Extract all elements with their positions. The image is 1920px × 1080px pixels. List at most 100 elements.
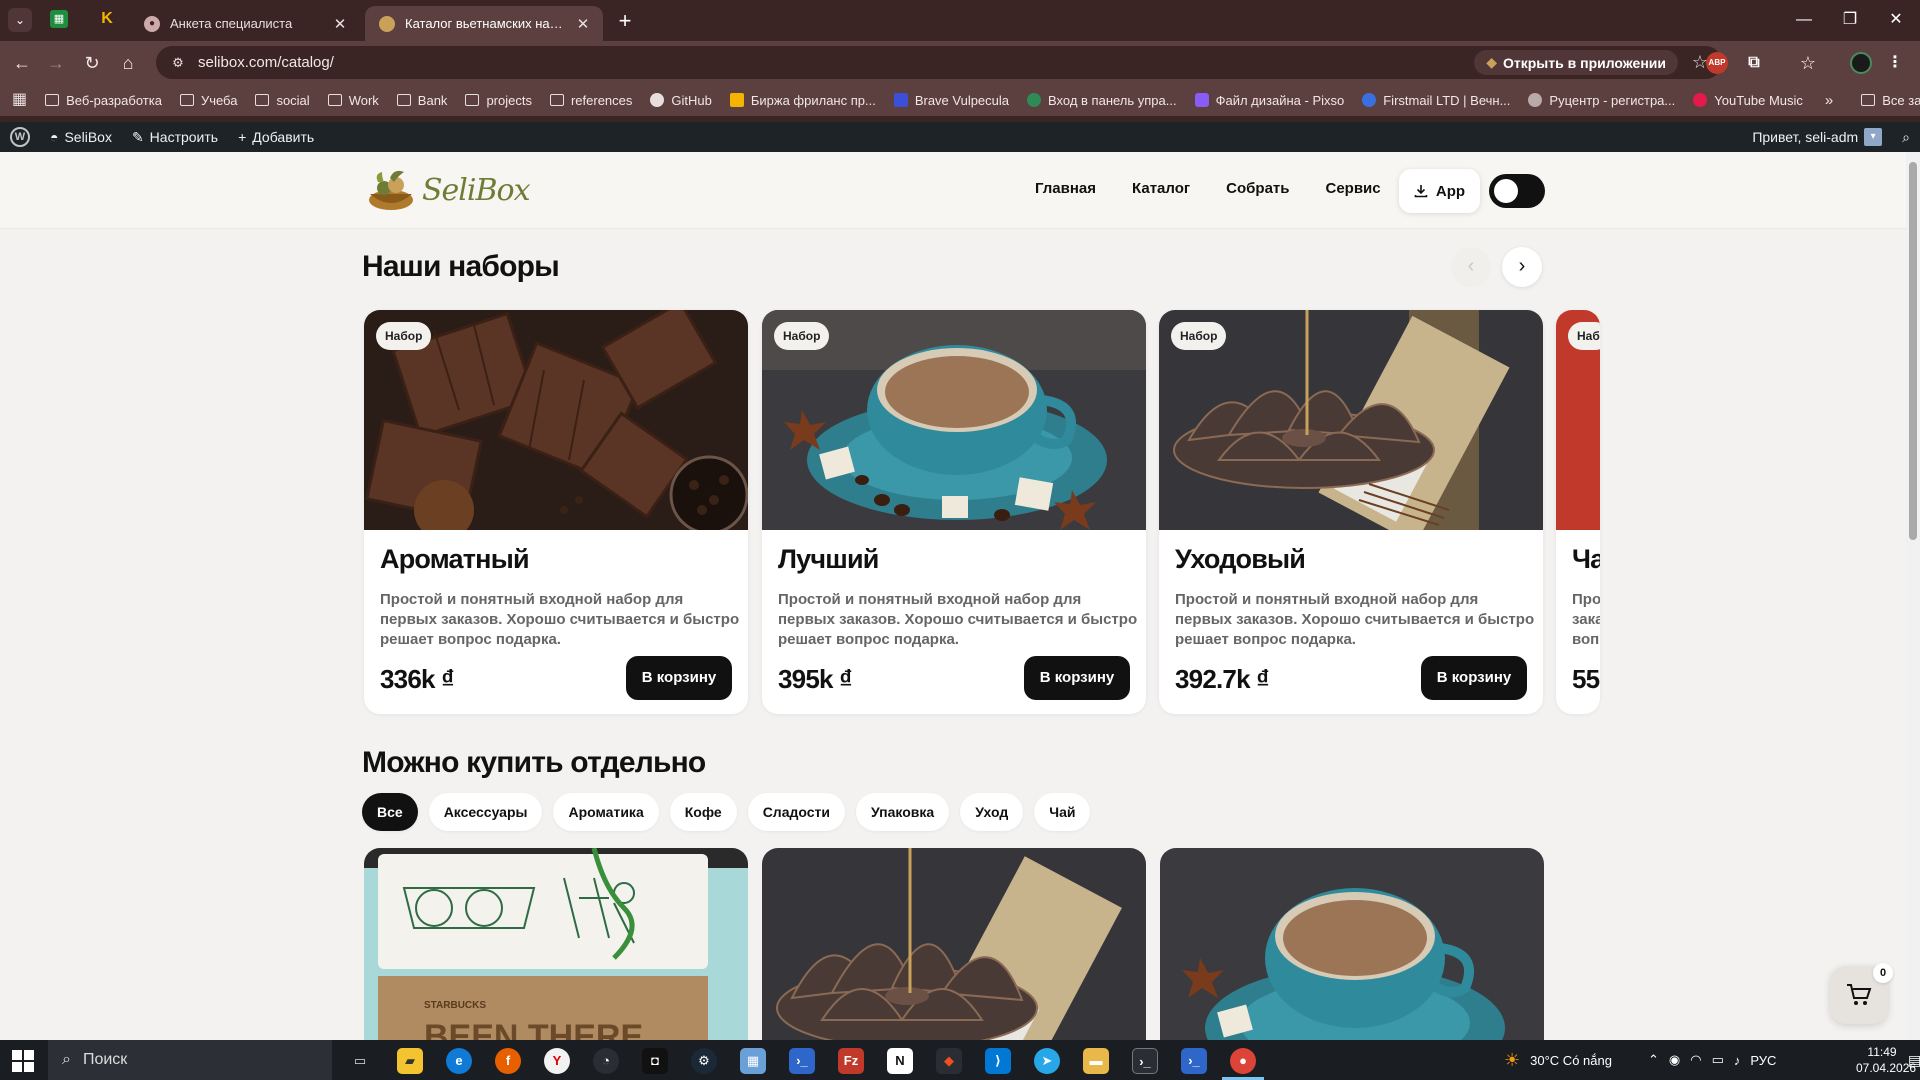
carousel-prev-button[interactable]: ‹ bbox=[1451, 247, 1491, 287]
bookmark-link[interactable]: Руцентр - регистра... bbox=[1528, 93, 1675, 108]
bookmark-folder[interactable]: Work bbox=[327, 93, 379, 108]
bookmark-link[interactable]: Firstmail LTD | Вечн... bbox=[1362, 93, 1510, 108]
volume-icon[interactable]: ♪ bbox=[1734, 1053, 1741, 1068]
bookmark-folder[interactable]: social bbox=[255, 93, 310, 108]
product-card[interactable]: STARBUCKS BEEN THERE bbox=[364, 848, 748, 1040]
file-explorer-icon[interactable]: ▬ bbox=[1083, 1048, 1109, 1074]
set-card-image[interactable]: Набор bbox=[1159, 310, 1543, 530]
theme-toggle[interactable] bbox=[1489, 174, 1545, 208]
filter-packaging[interactable]: Упаковка bbox=[855, 793, 950, 831]
filter-aroma[interactable]: Ароматика bbox=[553, 793, 659, 831]
nav-home[interactable]: Главная bbox=[1035, 180, 1096, 197]
wp-search-button[interactable]: ⌕ bbox=[1892, 122, 1920, 152]
task-view-icon[interactable]: ▭ bbox=[347, 1048, 373, 1074]
taskbar-clock[interactable]: 11:49 07.04.2026 bbox=[1856, 1044, 1916, 1076]
tab-anketa[interactable]: ● Анкета специалиста ✕ bbox=[130, 6, 360, 41]
set-card-image[interactable]: Набор bbox=[762, 310, 1146, 530]
product-card[interactable] bbox=[762, 848, 1146, 1040]
sticky-notes-icon[interactable]: ▰ bbox=[397, 1048, 423, 1074]
extensions-icon[interactable]: ⧉ bbox=[1743, 52, 1765, 74]
app-dark-icon[interactable]: ◘ bbox=[642, 1048, 668, 1074]
terminal-icon[interactable]: ›_ bbox=[1132, 1048, 1158, 1074]
menu-icon[interactable]: ⋮ bbox=[1884, 52, 1906, 74]
pinned-tab-sheets[interactable]: ▦ bbox=[50, 10, 68, 28]
more-bookmarks-icon[interactable]: » bbox=[1825, 92, 1833, 109]
network-icon[interactable]: ◉ bbox=[1669, 1052, 1680, 1068]
bookmark-folder[interactable]: Учеба bbox=[179, 93, 237, 108]
product-card[interactable] bbox=[1160, 848, 1544, 1040]
set-card-image[interactable]: Набор bbox=[364, 310, 748, 530]
add-to-cart-button[interactable]: В корзину bbox=[1421, 656, 1527, 700]
tab-catalog[interactable]: Каталог вьетнамских наборов ✕ bbox=[365, 6, 603, 41]
bookmark-link[interactable]: Файл дизайна - Pixso bbox=[1194, 93, 1344, 108]
taskbar-search[interactable]: ⌕ Поиск bbox=[48, 1040, 332, 1080]
bookmark-folder[interactable]: Веб-разработка bbox=[45, 93, 162, 108]
wp-account-menu[interactable]: Привет, seli-adm ▾ bbox=[1742, 122, 1892, 152]
bookmark-link[interactable]: Brave Vulpecula bbox=[893, 93, 1009, 108]
close-icon[interactable]: ✕ bbox=[332, 15, 348, 33]
wp-logo-button[interactable]: W bbox=[0, 122, 40, 152]
nav-catalog[interactable]: Каталог bbox=[1132, 180, 1190, 197]
all-bookmarks[interactable]: Все закладки bbox=[1861, 93, 1920, 108]
nav-build[interactable]: Собрать bbox=[1226, 180, 1289, 197]
chevron-up-icon[interactable]: ⌃ bbox=[1648, 1052, 1659, 1068]
filter-sweets[interactable]: Сладости bbox=[747, 793, 845, 831]
set-card-image[interactable]: Наб bbox=[1556, 310, 1600, 530]
language-indicator[interactable]: РУС bbox=[1750, 1053, 1776, 1068]
wp-site-link[interactable]: ◓ SeliBox bbox=[40, 122, 122, 152]
filter-care[interactable]: Уход bbox=[960, 793, 1024, 831]
yandex-icon[interactable]: Y bbox=[544, 1048, 570, 1074]
scrollbar-thumb[interactable] bbox=[1909, 162, 1917, 540]
wp-customize-link[interactable]: ✎ Настроить bbox=[122, 122, 228, 152]
filter-tea[interactable]: Чай bbox=[1034, 793, 1091, 831]
bookmark-link[interactable]: Вход в панель упра... bbox=[1027, 93, 1177, 108]
firefox-icon[interactable]: f bbox=[495, 1048, 521, 1074]
bookmark-folder[interactable]: projects bbox=[465, 93, 532, 108]
battery-icon[interactable]: ▭ bbox=[1712, 1052, 1724, 1068]
pinned-tab-kwork[interactable]: K bbox=[98, 10, 116, 28]
filezilla-icon[interactable]: Fz bbox=[838, 1048, 864, 1074]
chrome-icon[interactable]: ● bbox=[1230, 1048, 1256, 1074]
page-scrollbar[interactable] bbox=[1906, 152, 1920, 1040]
figma-icon[interactable]: ◆ bbox=[936, 1048, 962, 1074]
minimize-button[interactable]: — bbox=[1784, 6, 1824, 34]
restore-button[interactable]: ❐ bbox=[1830, 6, 1870, 34]
bookmarks-icon[interactable]: ☆ bbox=[1797, 52, 1819, 74]
filter-all[interactable]: Все bbox=[362, 793, 418, 831]
telegram-icon[interactable]: ➤ bbox=[1034, 1048, 1060, 1074]
bookmark-link[interactable]: GitHub bbox=[650, 93, 712, 108]
wp-add-link[interactable]: + Добавить bbox=[228, 122, 324, 152]
calculator-icon[interactable]: ▦ bbox=[740, 1048, 766, 1074]
address-bar[interactable]: ⚙ selibox.com/catalog/ ◆ Открыть в прило… bbox=[156, 46, 1722, 79]
bookmark-link[interactable]: Биржа фриланс пр... bbox=[729, 93, 876, 108]
vscode-icon[interactable]: ⟩ bbox=[985, 1048, 1011, 1074]
speedometer-icon[interactable]: ◔ bbox=[593, 1048, 619, 1074]
weather-widget[interactable]: ☀ 30°C Có nắng bbox=[1504, 1040, 1612, 1080]
tab-search-button[interactable]: ⌄ bbox=[8, 8, 32, 32]
carousel-next-button[interactable]: › bbox=[1502, 247, 1542, 287]
powershell-icon[interactable]: ›_ bbox=[789, 1048, 815, 1074]
url-text[interactable]: selibox.com/catalog/ bbox=[198, 54, 1474, 71]
powershell-icon[interactable]: ›_ bbox=[1181, 1048, 1207, 1074]
site-logo[interactable]: SeliBox bbox=[364, 166, 531, 214]
nav-service[interactable]: Сервис bbox=[1325, 180, 1380, 197]
steam-icon[interactable]: ⚙ bbox=[691, 1048, 717, 1074]
close-icon[interactable]: ✕ bbox=[575, 15, 591, 33]
notifications-icon[interactable]: ▤ bbox=[1908, 1040, 1920, 1080]
edge-icon[interactable]: e bbox=[446, 1048, 472, 1074]
apps-grid-icon[interactable]: ▦ bbox=[12, 92, 27, 108]
app-download-button[interactable]: App bbox=[1399, 169, 1480, 213]
bookmark-folder[interactable]: Bank bbox=[396, 93, 447, 108]
close-window-button[interactable]: ✕ bbox=[1876, 6, 1916, 34]
back-button[interactable]: ← bbox=[8, 49, 36, 77]
bookmark-link[interactable]: YouTube Music bbox=[1693, 93, 1803, 108]
filter-coffee[interactable]: Кофе bbox=[669, 793, 737, 831]
adblock-icon[interactable]: ABP bbox=[1706, 52, 1728, 74]
add-to-cart-button[interactable]: В корзину bbox=[626, 656, 732, 700]
wifi-icon[interactable]: ◠ bbox=[1690, 1052, 1701, 1068]
site-info-icon[interactable]: ⚙ bbox=[170, 55, 186, 71]
notion-icon[interactable]: N bbox=[887, 1048, 913, 1074]
windows-start-icon[interactable] bbox=[12, 1050, 34, 1072]
open-in-app-button[interactable]: ◆ Открыть в приложении bbox=[1474, 50, 1678, 75]
bookmark-folder[interactable]: references bbox=[549, 93, 632, 108]
